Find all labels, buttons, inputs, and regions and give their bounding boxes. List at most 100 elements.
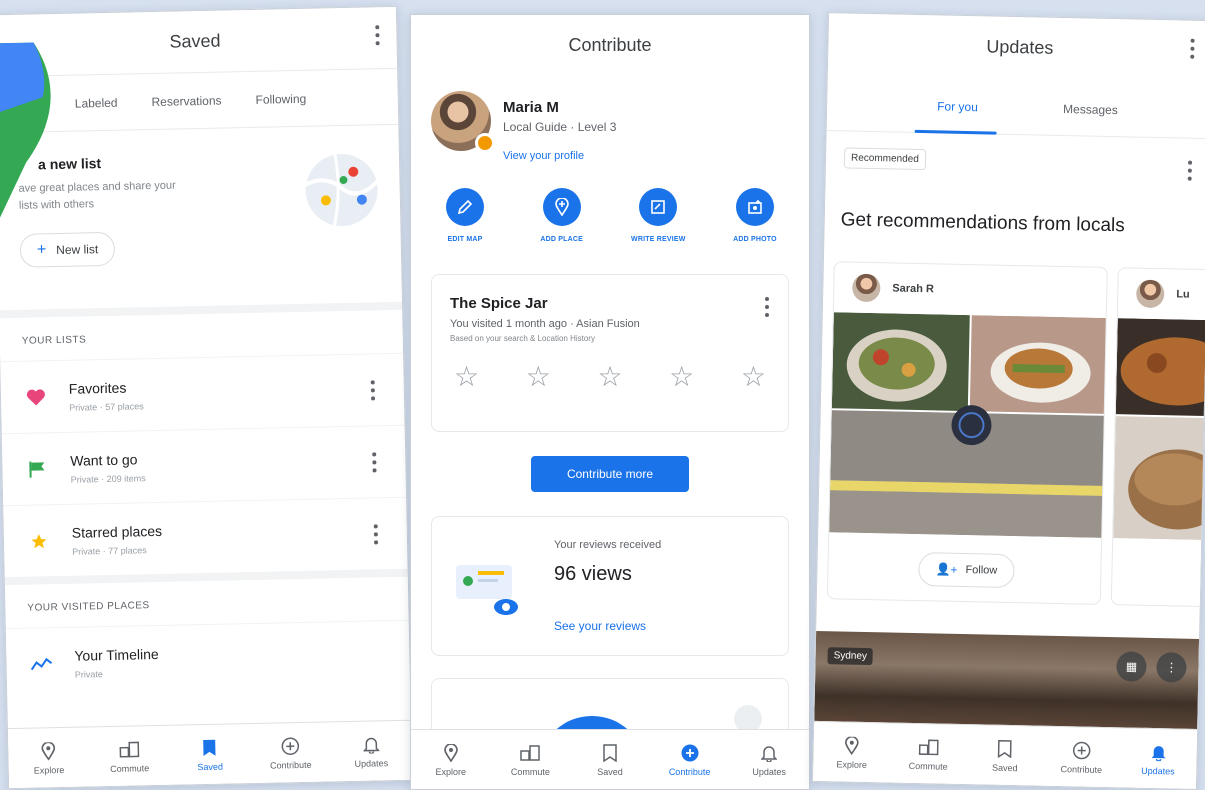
- star-3-icon[interactable]: ☆: [597, 363, 622, 391]
- action-label: WRITE REVIEW: [631, 236, 686, 243]
- more-options-icon[interactable]: [371, 452, 377, 473]
- more-options-icon[interactable]: [1187, 160, 1193, 181]
- add-place-icon: [542, 188, 581, 226]
- more-options-icon[interactable]: [373, 524, 379, 545]
- star-2-icon[interactable]: ☆: [526, 363, 551, 391]
- local-guide-badge-icon: [475, 133, 495, 153]
- list-item-starred[interactable]: Starred places Private · 77 places: [3, 496, 408, 578]
- write-review-button[interactable]: WRITE REVIEW: [618, 182, 698, 274]
- add-circle-icon: [280, 736, 300, 756]
- nav-label: Commute: [510, 766, 550, 777]
- saved-screen: Saved Labeled Reservations Following a n…: [0, 5, 414, 790]
- list-meta: Private · 209 items: [70, 472, 146, 485]
- contribute-more-button[interactable]: Contribute more: [531, 456, 689, 492]
- location-tag: Sydney: [827, 647, 874, 666]
- nav-contribute[interactable]: Contribute: [650, 730, 730, 789]
- action-label: EDIT MAP: [447, 236, 483, 243]
- nav-commute[interactable]: Commute: [88, 726, 170, 787]
- sydney-card[interactable]: Sydney ▦ ⋮: [814, 630, 1200, 731]
- more-options-icon[interactable]: [1189, 38, 1195, 59]
- food-photo-grid[interactable]: [1113, 318, 1205, 541]
- flag-icon: [26, 458, 48, 480]
- list-item-timeline[interactable]: Your Timeline Private: [5, 619, 411, 701]
- new-list-subtitle: ave great places and share your lists wi…: [18, 179, 176, 212]
- see-reviews-link[interactable]: See your reviews: [554, 619, 646, 633]
- nav-updates[interactable]: Updates: [1119, 728, 1197, 789]
- nav-updates[interactable]: Updates: [330, 721, 412, 782]
- bottom-nav: Explore Commute Saved Contribute Updates: [7, 719, 413, 789]
- star-1-icon[interactable]: ☆: [454, 363, 479, 391]
- nav-commute[interactable]: Commute: [890, 724, 968, 785]
- nav-label: Updates: [354, 757, 389, 769]
- nav-explore[interactable]: Explore: [8, 727, 90, 788]
- nav-label: Updates: [1141, 765, 1175, 776]
- tab-for-you[interactable]: For you: [937, 99, 978, 114]
- nav-label: Explore: [33, 764, 65, 776]
- place-review-card: The Spice Jar You visited 1 month ago · …: [431, 274, 789, 432]
- local-guide-card[interactable]: Sarah R 👤+ Follow: [826, 261, 1108, 605]
- page-title: Contribute: [568, 35, 652, 55]
- action-label: ADD PHOTO: [733, 236, 777, 243]
- timeline-icon: [30, 653, 53, 675]
- commute-icon: [918, 737, 939, 757]
- bell-icon: [1148, 741, 1168, 761]
- add-photo-button[interactable]: ADD PHOTO: [715, 182, 795, 274]
- map-illustration: [304, 153, 379, 227]
- tab-reservations[interactable]: Reservations: [151, 93, 221, 108]
- list-meta: Private · 77 places: [72, 544, 147, 557]
- follow-label: Follow: [965, 564, 998, 577]
- view-profile-link[interactable]: View your profile: [503, 150, 616, 162]
- list-item-want-to-go[interactable]: Want to go Private · 209 items: [1, 424, 407, 506]
- nav-contribute[interactable]: Contribute: [250, 722, 332, 783]
- nav-label: Explore: [836, 758, 868, 770]
- edit-map-button[interactable]: EDIT MAP: [425, 182, 505, 274]
- tab-labeled[interactable]: Labeled: [75, 95, 118, 110]
- follow-button[interactable]: 👤+ Follow: [918, 552, 1015, 589]
- nav-contribute[interactable]: Contribute: [1043, 727, 1121, 788]
- list-item-favorites[interactable]: Favorites Private · 57 places: [0, 352, 405, 434]
- avatar[interactable]: [431, 91, 495, 153]
- nav-label: Saved: [597, 766, 623, 777]
- tab-messages[interactable]: Messages: [1063, 102, 1118, 117]
- list-name: Favorites: [68, 379, 127, 397]
- pencil-icon: [446, 188, 484, 226]
- nav-updates[interactable]: Updates: [729, 730, 809, 789]
- local-guide-card[interactable]: Lu: [1110, 267, 1205, 608]
- rating-stars: ☆ ☆ ☆ ☆ ☆: [450, 363, 770, 391]
- add-circle-icon: [1072, 740, 1092, 760]
- nav-label: Saved: [991, 762, 1018, 773]
- list-name: Your Timeline: [74, 645, 159, 664]
- more-options-icon[interactable]: ⋮: [1156, 652, 1187, 683]
- list-meta: Private · 57 places: [69, 400, 144, 413]
- add-photo-icon: [735, 188, 774, 226]
- food-photos-image: [1113, 318, 1205, 541]
- food-photo-grid[interactable]: [829, 312, 1108, 538]
- more-options-icon[interactable]: [374, 25, 380, 46]
- page-title: Updates: [986, 36, 1054, 58]
- new-list-button[interactable]: + New list: [19, 231, 116, 268]
- nav-saved[interactable]: Saved: [570, 730, 650, 789]
- bell-icon: [361, 734, 381, 754]
- nav-saved[interactable]: Saved: [169, 724, 251, 785]
- profile-name: Maria M: [503, 99, 559, 116]
- new-list-button-label: New list: [56, 242, 99, 258]
- nav-commute[interactable]: Commute: [491, 730, 571, 789]
- nav-explore[interactable]: Explore: [813, 722, 891, 783]
- nav-explore[interactable]: Explore: [411, 730, 491, 789]
- nav-saved[interactable]: Saved: [966, 725, 1044, 786]
- star-5-icon[interactable]: ☆: [741, 363, 766, 391]
- tab-following[interactable]: Following: [255, 91, 306, 106]
- heart-icon: [25, 386, 47, 408]
- updates-tabs: For you Messages: [826, 75, 1205, 140]
- more-options-icon[interactable]: [370, 380, 376, 401]
- more-options-icon[interactable]: [764, 297, 770, 317]
- new-list-promo: a new list ave great places and share yo…: [0, 124, 403, 319]
- location-pin-icon: [441, 743, 461, 763]
- bottom-nav: Explore Commute Saved Contribute Updates: [813, 720, 1198, 789]
- map-icon[interactable]: ▦: [1116, 651, 1147, 682]
- place-visited: You visited 1 month ago · Asian Fusion: [450, 318, 640, 330]
- nav-label: Saved: [197, 761, 224, 772]
- add-place-button[interactable]: ADD PLACE: [522, 182, 602, 274]
- updates-screen: Updates For you Messages Recommended Get…: [811, 12, 1205, 790]
- star-4-icon[interactable]: ☆: [669, 363, 694, 391]
